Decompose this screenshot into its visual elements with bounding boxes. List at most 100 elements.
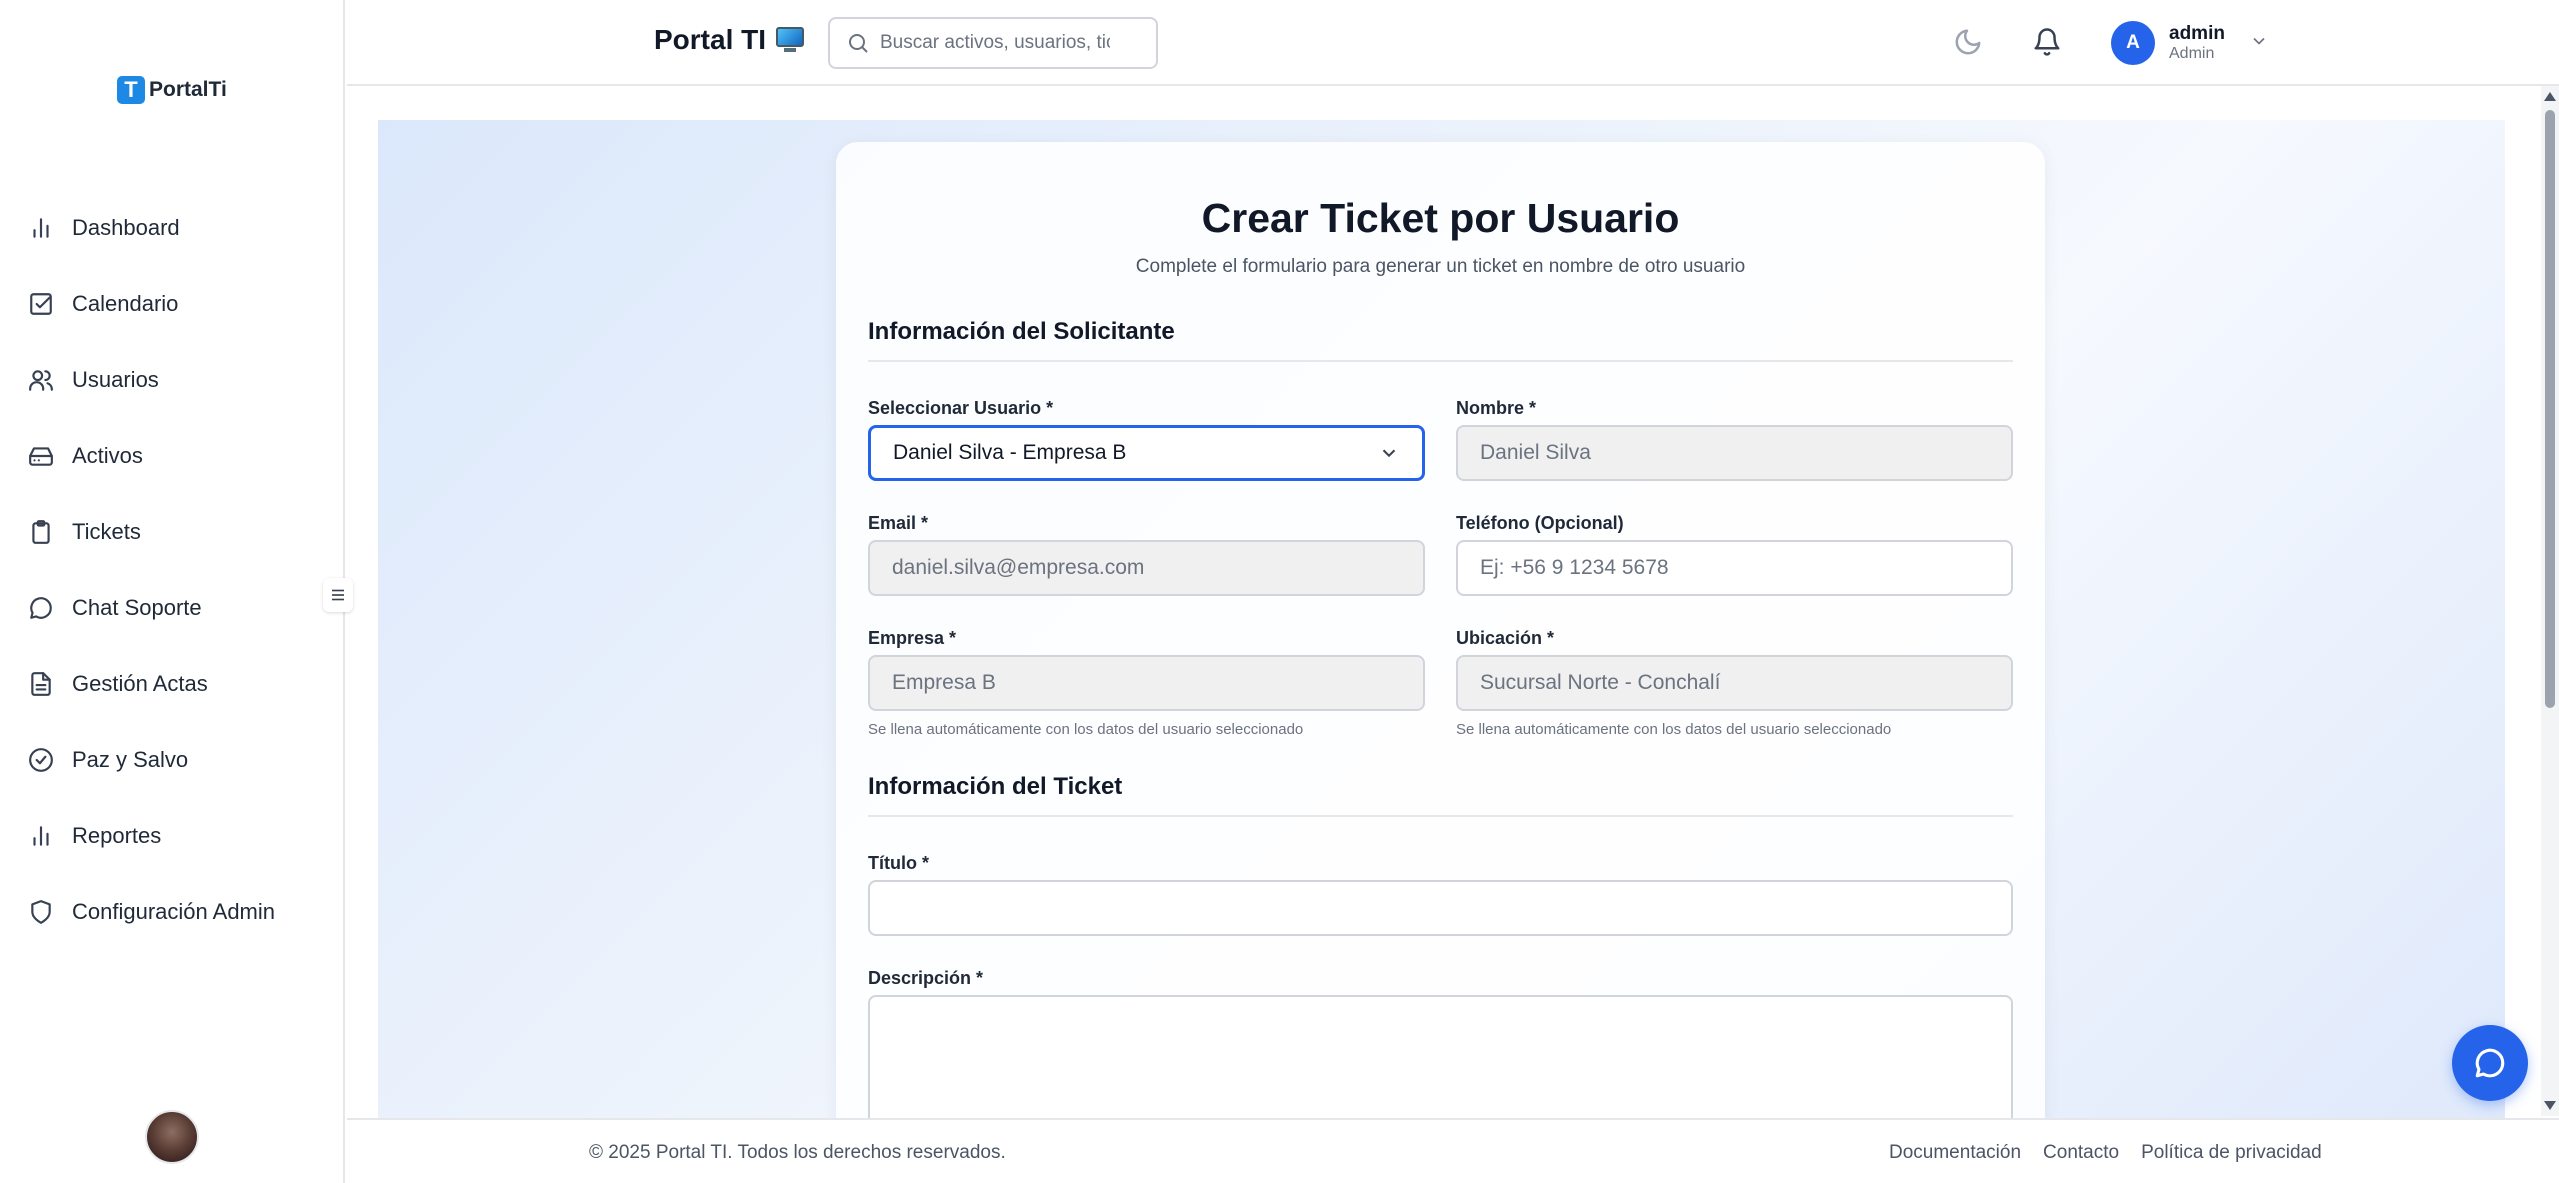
footer-link-privacidad[interactable]: Política de privacidad [2141,1142,2322,1164]
location-input[interactable]: Sucursal Norte - Conchalí [1456,655,2013,711]
phone-field: Teléfono (Opcional) Ej: +56 9 1234 5678 [1456,513,2013,596]
app-logo[interactable]: T PortalTi [117,76,227,104]
phone-input[interactable]: Ej: +56 9 1234 5678 [1456,540,2013,596]
phone-label: Teléfono (Opcional) [1456,513,1624,533]
title-field: Título * [868,853,2013,936]
scroll-thumb[interactable] [2545,110,2555,708]
hard-drive-icon [29,447,53,466]
brand: Portal TI [654,24,805,56]
sidebar-item-label: Configuración Admin [72,899,276,924]
avatar: A [2111,21,2155,65]
calendar-check-icon [30,293,52,315]
user-name: admin [2169,22,2225,44]
sidebar-item-chat-soporte[interactable]: Chat Soporte [0,570,343,646]
sidebar-item-label: Activos [72,443,143,468]
page-footer: © 2025 Portal TI. Todos los derechos res… [347,1118,2559,1183]
user-role: Admin [2169,44,2215,62]
email-label: Email * [868,513,929,533]
chat-bubble-icon [30,597,52,619]
sidebar-item-paz-y-salvo[interactable]: Paz y Salvo [0,722,343,798]
bell-icon [2034,28,2060,56]
sidebar-item-dashboard[interactable]: Dashboard [0,190,343,266]
section-requester-heading: Información del Solicitante [868,318,2013,362]
company-input[interactable]: Empresa B [868,655,1425,711]
search-icon [849,34,868,53]
sidebar-item-calendario[interactable]: Calendario [0,266,343,342]
notifications-button[interactable] [2030,25,2064,59]
page-title: Crear Ticket por Usuario [1201,195,1680,241]
footer-links: Documentación Contacto Política de priva… [1889,1142,2322,1164]
sidebar-item-label: Usuarios [72,367,159,392]
company-hint: Se llena automáticamente con los datos d… [868,721,1304,738]
chevron-down-icon [2239,31,2269,56]
user-select-field: Seleccionar Usuario * Daniel Silva - Emp… [868,398,1425,481]
chevron-down-icon [1382,449,1396,458]
sidebar-item-label: Gestión Actas [72,671,208,696]
create-ticket-card: Crear Ticket por Usuario Complete el for… [836,142,2045,1120]
page-subtitle: Complete el formulario para generar un t… [1135,256,1746,277]
location-hint: Se llena automáticamente con los datos d… [1456,721,1892,738]
title-input[interactable] [868,880,2013,936]
moon-icon [1955,29,1981,55]
sidebar-item-usuarios[interactable]: Usuarios [0,342,343,418]
company-field: Empresa * Empresa B Se llena automáticam… [868,628,1425,738]
sidebar-nav: Dashboard Calendario Usuarios Activos Ti… [0,190,343,950]
clipboard-icon [32,520,50,544]
name-input[interactable]: Daniel Silva [1456,425,2013,481]
email-field: Email * daniel.silva@empresa.com [868,513,1425,596]
location-label: Ubicación * [1456,628,1555,648]
logo-text: PortalTi [149,78,227,101]
location-field: Ubicación * Sucursal Norte - Conchalí Se… [1456,628,2013,738]
menu-icon [332,589,344,601]
user-select[interactable]: Daniel Silva - Empresa B [868,425,1425,481]
sidebar-item-tickets[interactable]: Tickets [0,494,343,570]
theme-toggle-button[interactable] [1951,25,1985,59]
user-meta: admin Admin [2169,22,2225,62]
sidebar-item-gestion-actas[interactable]: Gestión Actas [0,646,343,722]
name-field: Nombre * Daniel Silva [1456,398,2013,481]
sidebar: T PortalTi Dashboard Calendario Usuarios… [0,0,353,1183]
monitor-icon [776,27,805,53]
shield-icon [31,900,51,924]
section-ticket-heading: Información del Ticket [868,773,2013,817]
sidebar-item-label: Dashboard [72,215,180,240]
sidebar-item-label: Paz y Salvo [72,747,189,772]
sidebar-item-label: Chat Soporte [72,595,202,620]
footer-link-contacto[interactable]: Contacto [2043,1142,2119,1164]
sidebar-collapse-button[interactable] [323,578,353,612]
bar-chart-icon [33,218,49,238]
description-textarea[interactable] [868,995,2013,1120]
user-select-value: Daniel Silva - Empresa B [893,441,1127,464]
description-field: Descripción * [868,968,2013,1120]
user-select-label: Seleccionar Usuario * [868,398,1054,418]
scroll-up-arrow-icon[interactable] [2544,92,2556,101]
sidebar-item-configuracion-admin[interactable]: Configuración Admin [0,874,343,950]
footer-link-documentacion[interactable]: Documentación [1889,1142,2021,1164]
title-label: Título * [868,853,929,873]
chat-bubble-icon [2475,1048,2505,1078]
brand-title: Portal TI [654,24,767,55]
page-scrollbar[interactable] [2541,86,2559,1116]
user-menu[interactable]: A admin Admin [2111,21,2269,65]
main-content: Crear Ticket por Usuario Complete el for… [378,120,2505,1120]
top-header: Portal TI A admin Admin [347,0,2559,86]
chat-fab-button[interactable] [2452,1025,2528,1101]
description-label: Descripción * [868,968,984,988]
users-icon [29,370,53,391]
sidebar-item-reportes[interactable]: Reportes [0,798,343,874]
document-icon [31,672,51,696]
check-circle-icon [29,748,53,772]
sidebar-item-label: Reportes [72,823,162,848]
search-input[interactable] [880,32,1110,54]
company-label: Empresa * [868,628,957,648]
search-box [828,17,1158,69]
sidebar-item-activos[interactable]: Activos [0,418,343,494]
sidebar-item-label: Calendario [72,291,179,316]
sidebar-item-label: Tickets [72,519,141,544]
user-avatar-image[interactable] [145,1110,199,1164]
scroll-down-arrow-icon[interactable] [2544,1101,2556,1110]
logo-mark-icon: T [117,76,145,104]
email-input[interactable]: daniel.silva@empresa.com [868,540,1425,596]
copyright: © 2025 Portal TI. Todos los derechos res… [589,1142,1006,1163]
bar-chart-icon [33,826,49,846]
